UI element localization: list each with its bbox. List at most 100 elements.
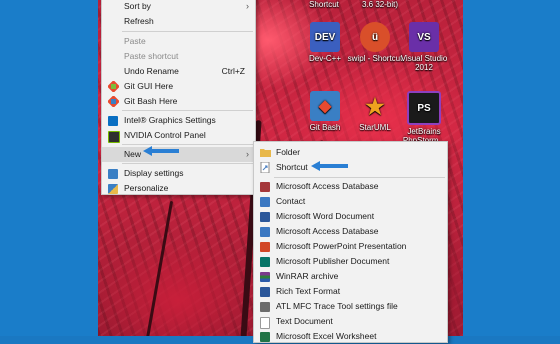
desktop-icon-python[interactable]: 3.6 32-bit)	[352, 0, 408, 9]
submenu-item-label: Text Document	[276, 316, 333, 326]
submenu-item-label: Microsoft PowerPoint Presentation	[276, 241, 407, 251]
desktop-icon-swipl[interactable]: ü swipl - Shortcut	[347, 22, 403, 63]
menu-item-display-settings[interactable]: Display settings	[102, 166, 255, 181]
menu-item-label: Sort by	[124, 1, 151, 11]
menu-item-label: Undo Rename	[124, 66, 179, 76]
git-bash-icon: ◆	[310, 91, 340, 121]
intel-graphics-icon	[108, 116, 118, 126]
submenu-item-label: Microsoft Publisher Document	[276, 256, 390, 266]
menu-item-nvidia-control-panel[interactable]: NVIDIA Control Panel	[102, 128, 255, 143]
folder-icon	[260, 149, 271, 157]
desktop-icon-shortcut[interactable]: Shortcut	[296, 0, 352, 9]
chevron-right-icon: ›	[246, 149, 249, 159]
menu-item-git-bash-here[interactable]: Git Bash Here	[102, 94, 255, 109]
submenu-item-label: Folder	[276, 147, 301, 157]
desktop-icon-label: swipl - Shortcut	[347, 54, 403, 63]
submenu-item-label: WinRAR archive	[276, 271, 339, 281]
submenu-item-label: Contact	[276, 196, 306, 206]
desktop-context-menu: Sort by › Refresh Paste Paste shortcut U…	[101, 0, 256, 195]
annotation-arrow-shortcut	[311, 161, 348, 171]
submenu-item-excel[interactable]: Microsoft Excel Worksheet	[254, 329, 447, 344]
menu-item-git-gui-here[interactable]: Git GUI Here	[102, 79, 255, 94]
menu-separator	[122, 110, 253, 111]
menu-item-label: NVIDIA Control Panel	[124, 130, 206, 140]
access-icon	[260, 227, 270, 237]
left-blue-border	[0, 0, 98, 336]
publisher-icon	[260, 257, 270, 267]
menu-item-label: Paste shortcut	[124, 51, 179, 61]
desktop-icon-git-bash[interactable]: ◆ Git Bash	[297, 91, 353, 132]
swipl-icon: ü	[360, 22, 390, 52]
desktop-icon-label: 3.6 32-bit)	[361, 0, 399, 9]
desktop-icon-staruml[interactable]: ★ StarUML	[347, 91, 403, 132]
git-gui-icon	[108, 81, 119, 92]
submenu-item-publisher[interactable]: Microsoft Publisher Document	[254, 254, 447, 269]
submenu-item-powerpoint[interactable]: Microsoft PowerPoint Presentation	[254, 239, 447, 254]
menu-item-paste[interactable]: Paste	[102, 34, 255, 49]
menu-item-label: Intel® Graphics Settings	[124, 115, 216, 125]
submenu-item-label: Microsoft Word Document	[276, 211, 375, 221]
staruml-icon: ★	[365, 93, 385, 119]
desktop-icon-phpstorm[interactable]: PS JetBrains PhpStorm...	[396, 91, 452, 145]
menu-item-label: Display settings	[124, 168, 184, 178]
submenu-item-label: Rich Text Format	[276, 286, 341, 296]
desktop-icon-label: Visual Studio 2012	[400, 54, 448, 72]
access-icon	[260, 182, 270, 192]
menu-item-label: New	[124, 149, 142, 159]
menu-item-label: Refresh	[124, 16, 154, 26]
submenu-item-access-database-2[interactable]: Microsoft Access Database	[254, 224, 447, 239]
menu-item-personalize[interactable]: Personalize	[102, 181, 255, 196]
contact-icon	[260, 197, 270, 207]
submenu-item-label: Shortcut	[276, 162, 308, 172]
desktop-icon-visual-studio[interactable]: VS Visual Studio 2012	[396, 22, 452, 72]
submenu-item-label: Microsoft Access Database	[276, 226, 379, 236]
display-settings-icon	[108, 169, 118, 179]
desktop-icon-devcpp[interactable]: DEV Dev-C++	[297, 22, 353, 63]
menu-item-label: Git Bash Here	[124, 96, 178, 106]
new-submenu: Folder Shortcut Microsoft Access Databas…	[253, 141, 448, 343]
submenu-item-shortcut[interactable]: Shortcut	[254, 160, 447, 175]
submenu-item-winrar[interactable]: WinRAR archive	[254, 269, 447, 284]
winrar-icon	[260, 272, 270, 282]
rtf-icon	[260, 287, 270, 297]
submenu-item-contact[interactable]: Contact	[254, 194, 447, 209]
nvidia-icon	[108, 131, 120, 143]
menu-separator	[122, 31, 253, 32]
desktop-icon-label: StarUML	[359, 123, 391, 132]
submenu-item-folder[interactable]: Folder	[254, 145, 447, 160]
phpstorm-icon: PS	[407, 91, 441, 125]
menu-item-label: Personalize	[124, 183, 169, 193]
menu-item-paste-shortcut[interactable]: Paste shortcut	[102, 49, 255, 64]
submenu-item-word-document[interactable]: Microsoft Word Document	[254, 209, 447, 224]
chevron-right-icon: ›	[246, 1, 249, 11]
word-icon	[260, 212, 270, 222]
right-blue-border	[463, 0, 560, 336]
menu-item-shortcut: Ctrl+Z	[221, 66, 245, 76]
settings-file-icon	[260, 302, 270, 312]
excel-icon	[260, 332, 270, 342]
submenu-item-rich-text[interactable]: Rich Text Format	[254, 284, 447, 299]
menu-item-sort-by[interactable]: Sort by ›	[102, 0, 255, 14]
submenu-item-atl-mfc-trace[interactable]: ATL MFC Trace Tool settings file	[254, 299, 447, 314]
devcpp-icon: DEV	[310, 22, 340, 52]
menu-item-undo-rename[interactable]: Undo Rename Ctrl+Z	[102, 64, 255, 79]
submenu-item-text-document[interactable]: Text Document	[254, 314, 447, 329]
personalize-icon	[108, 184, 118, 194]
menu-item-label: Git GUI Here	[124, 81, 174, 91]
desktop-icon-label: Git Bash	[309, 123, 341, 132]
menu-item-intel-graphics[interactable]: Intel® Graphics Settings	[102, 113, 255, 128]
submenu-item-access-database[interactable]: Microsoft Access Database	[254, 179, 447, 194]
visual-studio-icon: VS	[409, 22, 439, 52]
tree-trunk	[145, 200, 174, 336]
menu-item-label: Paste	[124, 36, 146, 46]
desktop-icon-label: Dev-C++	[308, 54, 341, 63]
text-document-icon	[260, 317, 270, 329]
menu-item-refresh[interactable]: Refresh	[102, 14, 255, 29]
menu-separator	[122, 144, 253, 145]
submenu-item-label: ATL MFC Trace Tool settings file	[276, 301, 398, 311]
git-bash-icon	[108, 96, 119, 107]
submenu-item-label: Microsoft Access Database	[276, 181, 379, 191]
annotation-arrow-new	[143, 146, 179, 156]
menu-separator	[274, 177, 445, 178]
desktop-icon-label: Shortcut	[309, 0, 339, 9]
